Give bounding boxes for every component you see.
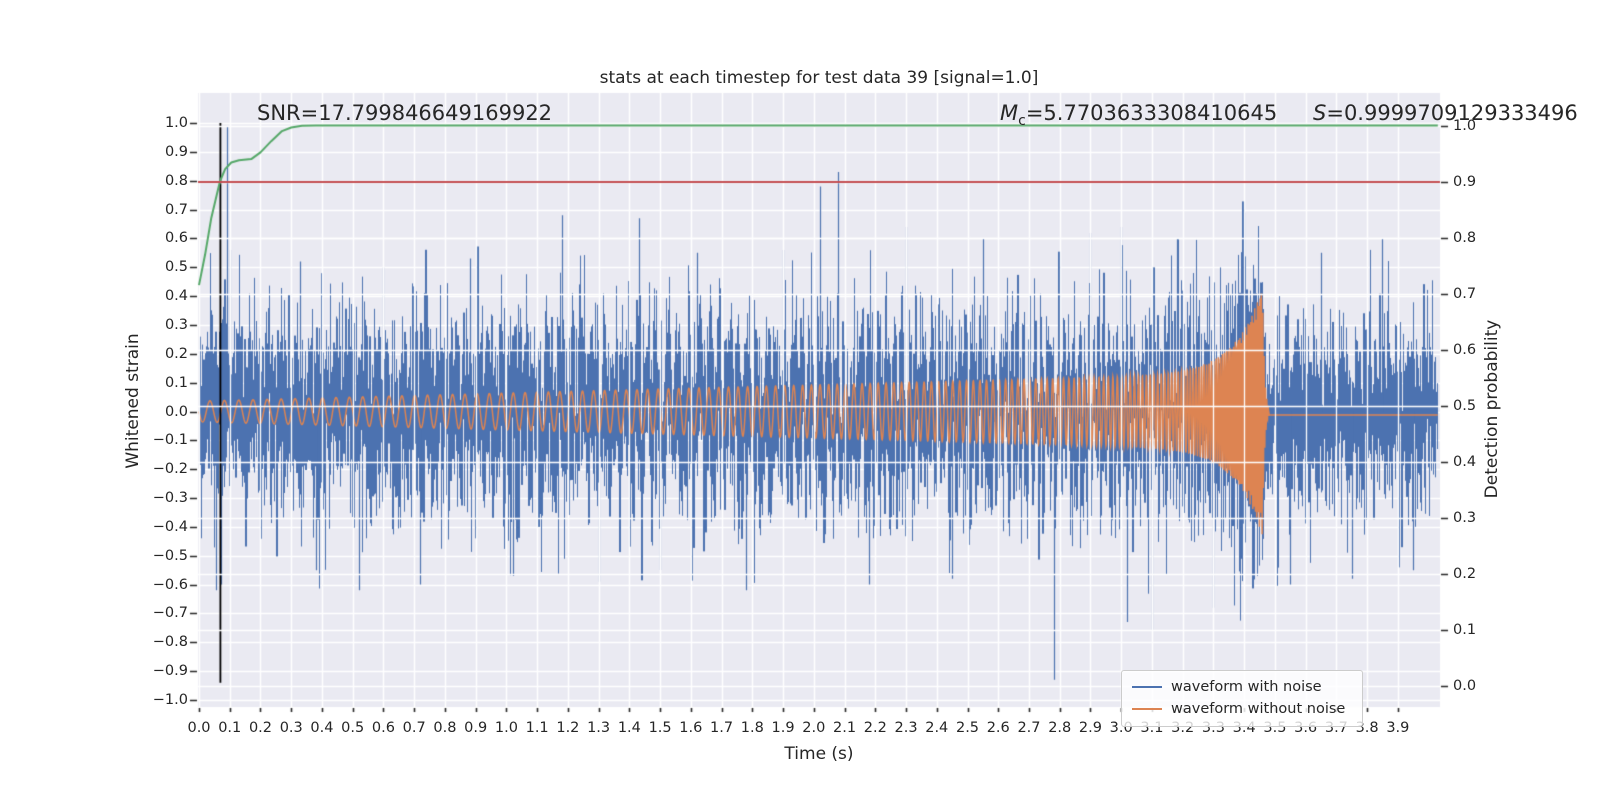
chirp-mass-annotation: Mc=5.7703633308410645 xyxy=(1000,101,1277,129)
right-tick-label: 0.0 xyxy=(1453,677,1477,694)
significance-annotation: S=0.9999709129333496 xyxy=(1313,101,1578,125)
right-tick-label: 0.3 xyxy=(1453,509,1477,526)
left-tick-label: −0.9 xyxy=(152,663,188,680)
right-tick-label: 0.6 xyxy=(1453,341,1477,358)
left-tick-label: 0.0 xyxy=(164,403,188,420)
left-tick-label: −0.5 xyxy=(152,547,188,564)
left-tick-label: −0.6 xyxy=(152,576,188,593)
left-tick-label: 0.2 xyxy=(164,345,188,362)
legend-row-with-noise: waveform with noise xyxy=(1132,676,1352,698)
left-tick-label: 1.0 xyxy=(164,115,188,131)
left-tick-label: 0.8 xyxy=(164,172,188,189)
chirp-mass-subscript: c xyxy=(1018,113,1026,130)
chart-title: stats at each timestep for test data 39 … xyxy=(599,68,1039,88)
right-tick-label: 0.4 xyxy=(1453,453,1477,470)
left-tick-label: −0.2 xyxy=(152,461,188,478)
legend-swatch-orange-line xyxy=(1132,708,1162,710)
left-tick-label: 0.7 xyxy=(164,201,188,218)
legend-row-without-noise: waveform without noise xyxy=(1132,698,1352,720)
x-axis-label: Time (s) xyxy=(784,744,854,764)
left-tick-label: −0.7 xyxy=(152,605,188,622)
left-tick-label: 0.1 xyxy=(164,374,188,391)
left-tick-label: 0.5 xyxy=(164,259,188,276)
legend-label-with-noise: waveform with noise xyxy=(1171,679,1322,695)
left-tick-label: −0.4 xyxy=(152,518,188,535)
left-tick-label: −1.0 xyxy=(152,692,188,708)
legend-label-without-noise: waveform without noise xyxy=(1171,701,1346,717)
right-tick-label: 1.0 xyxy=(1453,117,1477,134)
right-tick-label: 0.5 xyxy=(1453,397,1477,414)
figure: stats at each timestep for test data 39 … xyxy=(0,0,1600,800)
left-tick-label: 0.9 xyxy=(164,143,188,160)
x-tick-label: 3.9 xyxy=(1386,720,1410,736)
chart-legend: waveform with noise waveform without noi… xyxy=(1121,670,1363,727)
chirp-mass-symbol: M xyxy=(1000,101,1019,125)
snr-annotation: SNR=17.799846649169922 xyxy=(257,101,553,125)
right-tick-label: 0.9 xyxy=(1453,173,1477,190)
chirp-mass-value: =5.7703633308410645 xyxy=(1025,101,1278,125)
right-tick-label: 0.8 xyxy=(1453,229,1477,246)
significance-symbol: S xyxy=(1313,101,1327,125)
right-tick-label: 0.1 xyxy=(1453,621,1477,638)
left-tick-label: −0.3 xyxy=(152,490,188,507)
left-tick-label: 0.3 xyxy=(164,316,188,333)
right-tick-label: 0.7 xyxy=(1453,285,1477,302)
legend-swatch-blue-line xyxy=(1132,686,1162,688)
right-tick-label: 0.2 xyxy=(1453,565,1477,582)
left-tick-label: −0.1 xyxy=(152,432,188,449)
left-tick-label: 0.4 xyxy=(164,288,188,305)
left-tick-label: −0.8 xyxy=(152,634,188,651)
left-tick-label: 0.6 xyxy=(164,230,188,247)
